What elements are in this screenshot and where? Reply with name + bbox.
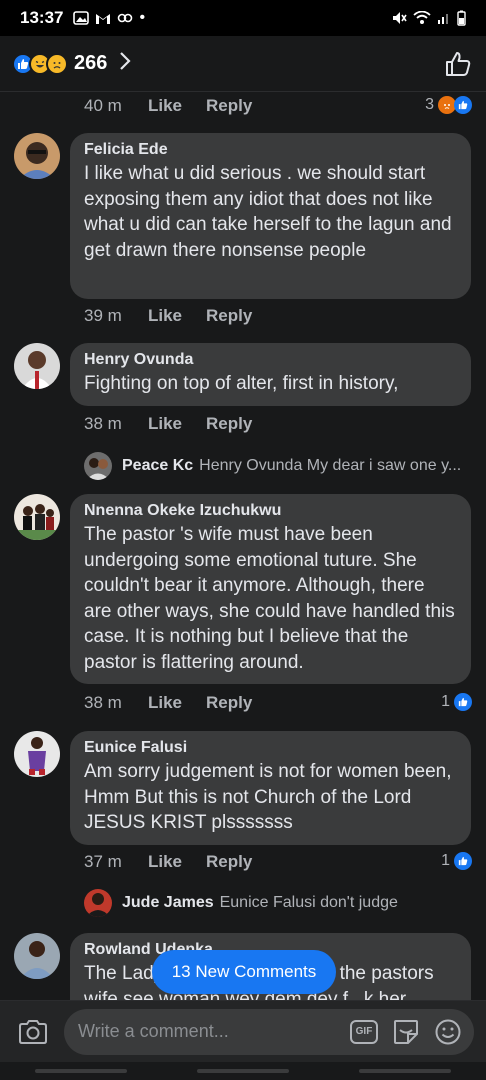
reply-link[interactable]: Reply (206, 693, 252, 713)
comment-time: 40 m (84, 96, 122, 115)
wifi-icon (413, 11, 431, 24)
comment-item: Eunice Falusi Am sorry judgement is not … (14, 731, 474, 871)
chevron-right-icon[interactable] (119, 51, 131, 77)
comment-time: 38 m (84, 693, 122, 712)
commenter-name[interactable]: Nnenna Okeke Izuchukwu (84, 502, 457, 520)
avatar[interactable] (14, 731, 60, 777)
sad-reaction-icon (46, 52, 68, 75)
avatar[interactable] (14, 133, 60, 179)
reply-link[interactable]: Reply (206, 306, 252, 326)
like-link[interactable]: Like (148, 96, 182, 116)
comment-text: Fighting on top of alter, first in histo… (84, 373, 399, 394)
reply-link[interactable]: Reply (206, 96, 252, 116)
signal-icon (438, 14, 448, 24)
avatar[interactable] (14, 933, 60, 979)
sticker-icon (394, 1019, 418, 1044)
comment-actions: 38 m Like Reply (84, 414, 276, 434)
comment-composer: GIF (0, 1000, 486, 1062)
like-link[interactable]: Like (148, 414, 182, 434)
comment-time: 37 m (84, 852, 122, 871)
comment-item: Henry Ovunda Fighting on top of alter, f… (14, 343, 474, 413)
reaction-count: 1 (441, 693, 450, 710)
comment-bubble[interactable]: Nnenna Okeke Izuchukwu The pastor 's wif… (70, 494, 471, 684)
commenter-name[interactable]: Eunice Falusi (84, 739, 457, 757)
dot-icon: • (139, 9, 146, 26)
status-bar: 13:37 • (0, 0, 486, 36)
reply-author: Jude James (122, 894, 214, 911)
nav-home-bar[interactable] (197, 1069, 289, 1073)
system-nav-bar (0, 1062, 486, 1080)
reply-text: Henry Ovunda My dear i saw one y... (199, 457, 462, 474)
reply-link[interactable]: Reply (206, 414, 252, 434)
comment-actions: 38 m Like Reply (84, 693, 276, 713)
reaction-count: 1 (441, 852, 450, 869)
nav-back-bar[interactable] (359, 1069, 451, 1073)
avatar (84, 889, 112, 917)
comment-actions: 40 m Like Reply (84, 96, 276, 116)
comment-reactions[interactable]: 1 (441, 852, 472, 870)
like-link[interactable]: Like (148, 693, 182, 713)
new-comments-button[interactable]: 13 New Comments (152, 950, 336, 994)
like-reaction-icon (454, 852, 472, 870)
like-reaction-icon (454, 96, 472, 114)
reply-author: Peace Kc (122, 457, 194, 474)
reactions-header[interactable]: 266 (0, 36, 486, 92)
link-icon (118, 13, 133, 23)
comment-bubble[interactable]: Eunice Falusi Am sorry judgement is not … (70, 731, 471, 845)
comment-text: I like what u did serious . we should st… (84, 163, 452, 261)
comment-text: The pastor 's wife must have been underg… (84, 524, 455, 673)
commenter-name[interactable]: Felicia Ede (84, 141, 457, 159)
like-link[interactable]: Like (148, 306, 182, 326)
reaction-count: 266 (74, 52, 108, 74)
comment-actions: 37 m Like Reply (84, 852, 276, 872)
nav-recents-bar[interactable] (35, 1069, 127, 1073)
notification-icons: • (73, 9, 145, 27)
commenter-name[interactable]: Henry Ovunda (84, 351, 457, 369)
reaction-icons (12, 52, 68, 75)
gif-icon: GIF (350, 1019, 378, 1044)
comment-text: Am sorry judgement is not for women been… (84, 761, 452, 833)
comments-screen: 266 40 m Like Reply 3 Felicia Ede I like… (0, 36, 486, 1080)
like-post-button[interactable] (442, 48, 474, 80)
comment-time: 39 m (84, 306, 122, 325)
gif-button[interactable]: GIF (348, 1016, 380, 1048)
gmail-icon (96, 13, 111, 24)
avatar (84, 452, 112, 480)
sticker-button[interactable] (390, 1016, 422, 1048)
comment-reactions[interactable]: 1 (441, 693, 472, 711)
comment-reactions[interactable]: 3 (425, 96, 472, 114)
comment-actions: 39 m Like Reply (84, 306, 276, 326)
emoji-icon (435, 1019, 461, 1044)
system-icons (391, 10, 466, 26)
status-time: 13:37 (20, 8, 64, 27)
camera-button[interactable] (12, 1011, 54, 1053)
comment-bubble[interactable]: Henry Ovunda Fighting on top of alter, f… (70, 343, 471, 406)
comment-list[interactable]: 40 m Like Reply 3 Felicia Ede I like wha… (0, 92, 486, 1000)
avatar[interactable] (14, 494, 60, 540)
camera-icon (19, 1019, 47, 1044)
gallery-icon (73, 11, 90, 25)
avatar[interactable] (14, 343, 60, 389)
reply-preview[interactable]: Jude James Eunice Falusi don't judge (84, 889, 398, 917)
reply-text: Eunice Falusi don't judge (219, 894, 398, 911)
emoji-button[interactable] (432, 1016, 464, 1048)
like-link[interactable]: Like (148, 852, 182, 872)
comment-input-box[interactable]: GIF (64, 1008, 474, 1055)
comment-input[interactable] (78, 1021, 338, 1042)
battery-icon (457, 10, 466, 26)
comment-bubble[interactable]: Felicia Ede I like what u did serious . … (70, 133, 471, 299)
comment-time: 38 m (84, 414, 122, 433)
thumbs-up-icon (446, 51, 471, 76)
like-reaction-icon (454, 693, 472, 711)
reply-link[interactable]: Reply (206, 852, 252, 872)
mute-icon (393, 12, 407, 24)
reply-preview[interactable]: Peace Kc Henry Ovunda My dear i saw one … (84, 452, 461, 480)
reaction-count: 3 (425, 96, 434, 113)
